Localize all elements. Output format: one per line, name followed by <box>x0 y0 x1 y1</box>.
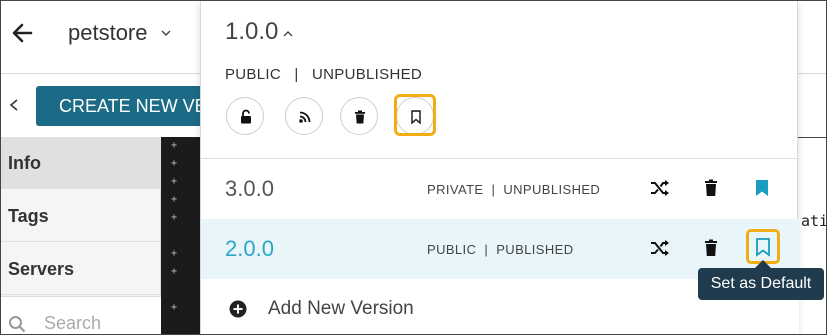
chevron-left-icon[interactable] <box>8 98 20 112</box>
sidebar-item-info[interactable]: Info <box>1 137 161 189</box>
bookmark-filled-icon[interactable] <box>752 178 772 198</box>
delete-button[interactable] <box>340 97 378 135</box>
trash-icon <box>355 110 365 124</box>
gutter-symbol: + <box>171 212 178 223</box>
gutter-symbol: + <box>171 176 178 187</box>
trash-icon[interactable] <box>701 238 721 258</box>
version-meta: PRIVATE | UNPUBLISHED <box>427 182 600 197</box>
shuffle-icon[interactable] <box>650 178 670 198</box>
create-version-button[interactable]: CREATE NEW VERSION <box>36 86 221 126</box>
plus-circle-icon <box>229 300 247 318</box>
tooltip-arrow <box>755 260 771 268</box>
meta-separator: | <box>491 182 496 197</box>
version-meta: PUBLIC | PUBLISHED <box>427 242 574 257</box>
current-version-label[interactable]: 1.0.0 <box>225 18 278 46</box>
editor-right-area <box>798 137 826 334</box>
search-input[interactable]: Search <box>44 313 101 334</box>
sidebar-item-servers[interactable]: Servers <box>1 243 161 295</box>
add-version-label[interactable]: Add New Version <box>268 298 414 320</box>
chevron-down-icon[interactable] <box>161 29 171 37</box>
unlock-icon <box>241 109 251 124</box>
gutter-symbol: + <box>171 140 178 151</box>
rss-icon <box>299 111 311 123</box>
version-status: UNPUBLISHED <box>503 182 601 197</box>
version-name: 3.0.0 <box>225 176 274 201</box>
current-visibility: PUBLIC <box>225 66 281 83</box>
version-status: PUBLISHED <box>496 242 574 257</box>
gutter-symbol: + <box>171 266 178 277</box>
version-name: 2.0.0 <box>225 236 274 261</box>
meta-separator: | <box>484 242 489 257</box>
version-row[interactable]: 3.0.0 PRIVATE | UNPUBLISHED <box>201 159 799 219</box>
version-visibility: PRIVATE <box>427 182 484 197</box>
gutter-symbol: + <box>171 248 178 259</box>
gutter-symbol: + <box>171 158 178 169</box>
editor-code-fragment: atic <box>801 212 826 230</box>
sidebar-search[interactable]: Search <box>1 296 161 334</box>
unlock-button[interactable] <box>226 97 264 135</box>
screenshot-frame: petstore CREATE NEW VERSION Info Tags Se… <box>0 0 827 335</box>
highlight-box <box>746 229 780 264</box>
gutter-symbol: + <box>171 194 178 205</box>
shuffle-icon[interactable] <box>650 238 670 258</box>
rss-button[interactable] <box>285 97 323 135</box>
chevron-up-icon[interactable] <box>283 30 293 38</box>
meta-separator: | <box>294 66 299 83</box>
current-version-meta: PUBLIC | UNPUBLISHED <box>225 66 422 83</box>
highlight-box <box>394 94 436 136</box>
app-title[interactable]: petstore <box>68 20 148 46</box>
trash-icon[interactable] <box>701 178 721 198</box>
editor-border <box>798 137 826 138</box>
version-visibility: PUBLIC <box>427 242 477 257</box>
current-status: UNPUBLISHED <box>312 66 423 83</box>
code-editor[interactable]: + + + + + + + + <box>161 137 201 334</box>
set-default-tooltip: Set as Default <box>698 268 824 300</box>
sidebar-item-tags[interactable]: Tags <box>1 190 161 242</box>
arrow-left-icon[interactable] <box>11 21 33 45</box>
search-icon <box>9 316 26 333</box>
gutter-symbol: + <box>171 302 178 313</box>
